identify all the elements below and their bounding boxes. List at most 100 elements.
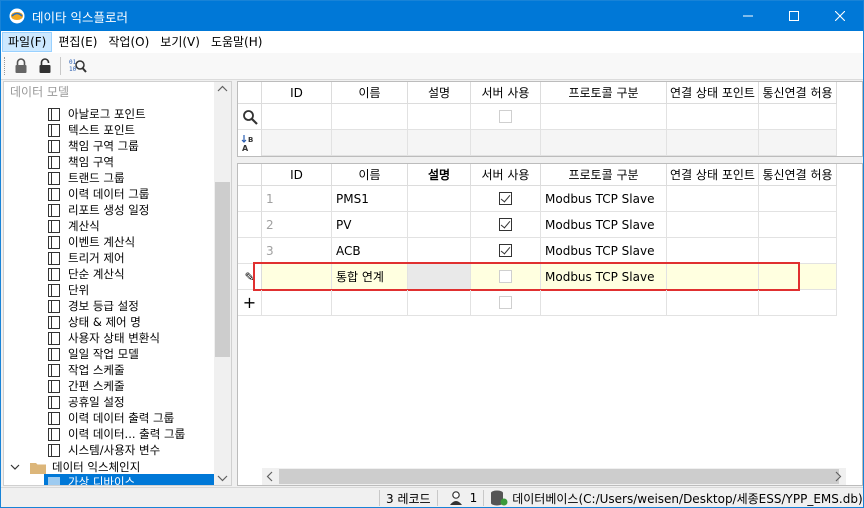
table-cell-desc[interactable] [408,186,471,212]
new-row-cell[interactable] [667,290,759,316]
column-header-allow[interactable]: 통신연결 허용 [759,164,837,186]
new-row-button[interactable]: + [238,290,262,316]
tree-item[interactable]: 이력 데이터 그룹 [48,186,149,202]
table-cell-protocol[interactable]: Modbus TCP Slave [541,264,667,290]
table-cell-desc[interactable] [408,212,471,238]
new-row-cell[interactable] [471,290,541,316]
sort-cell[interactable] [408,130,471,156]
sort-cell[interactable] [332,130,408,156]
scroll-right-icon[interactable] [829,468,846,485]
row-header[interactable]: ✎ [238,264,262,290]
tree-item[interactable]: 일일 작업 모델 [48,346,139,362]
table-cell-id[interactable]: 1 [262,186,332,212]
table-cell-allow[interactable] [759,264,837,290]
table-cell-name[interactable]: ACB [332,238,408,264]
tree-item[interactable]: 텍스트 포인트 [48,122,135,138]
server-use-checkbox[interactable] [499,218,512,231]
table-cell-allow[interactable] [759,212,837,238]
tree-item[interactable]: 간편 스케줄 [48,378,125,394]
table-cell-id[interactable]: 2 [262,212,332,238]
table-cell-name[interactable]: PMS1 [332,186,408,212]
toolbar-grip[interactable] [4,57,8,75]
title-bar[interactable]: 데이타 익스플로러 [1,1,863,31]
column-header-desc[interactable]: 설명 [408,164,471,186]
tree-scroll-thumb[interactable] [215,182,230,357]
filter-cell[interactable] [541,104,667,130]
tree-item[interactable]: 트랜드 그룹 [48,170,125,186]
tree-item[interactable]: 단순 계산식 [48,266,125,282]
sort-cell[interactable] [262,130,332,156]
table-cell-protocol[interactable]: Modbus TCP Slave [541,186,667,212]
tree-item[interactable]: 책임 구역 [48,154,114,170]
table-cell-id[interactable]: 3 [262,238,332,264]
tree-item[interactable]: 리포트 생성 일정 [48,202,149,218]
column-header-id[interactable]: ID [262,164,332,186]
table-cell-server[interactable] [471,264,541,290]
new-row-cell[interactable] [332,290,408,316]
server-use-checkbox[interactable] [499,192,512,205]
sort-cell[interactable] [759,130,837,156]
tree-folder-data-exchange[interactable]: 데이터 익스체인지 [10,459,140,475]
filter-checkbox[interactable] [499,110,512,123]
server-use-checkbox[interactable] [499,270,512,283]
table-cell-protocol[interactable]: Modbus TCP Slave [541,212,667,238]
scroll-left-icon[interactable] [262,468,279,485]
table-cell-statuspt[interactable] [667,186,759,212]
filter-cell[interactable] [471,104,541,130]
menu-edit[interactable]: 편집(E) [53,32,102,52]
new-row-cell[interactable] [408,290,471,316]
sort-cell[interactable] [471,130,541,156]
server-use-checkbox[interactable] [499,296,512,309]
data-grid[interactable]: ID 이름 설명 서버 사용 프로토콜 구분 연결 상태 포인트 통신연결 허용 1 PMS1… [237,163,863,486]
tree-item-virtual-device[interactable]: 가상 디바이스 [44,474,214,485]
table-cell-statuspt[interactable] [667,238,759,264]
search-row-header[interactable] [238,104,262,130]
tree-item[interactable]: 계산식 [48,218,100,234]
table-cell-name[interactable]: 통합 연계 [332,264,408,290]
table-cell-server[interactable] [471,238,541,264]
minimize-button[interactable] [725,1,771,31]
tree-item[interactable]: 이력 데이터 출력 그룹 [48,410,174,426]
tree-item[interactable]: 단위 [48,282,89,298]
filter-cell[interactable] [332,104,408,130]
row-header[interactable] [238,238,262,264]
column-header-protocol[interactable]: 프로토콜 구분 [541,82,667,104]
column-header-server[interactable]: 서버 사용 [471,164,541,186]
column-header-id[interactable]: ID [262,82,332,104]
tree-item[interactable]: 아날로그 포인트 [48,106,146,122]
lock-button[interactable] [10,55,32,77]
column-header-statuspt[interactable]: 연결 상태 포인트 [667,82,759,104]
menu-task[interactable]: 작업(O) [103,32,154,52]
grid-horizontal-scrollbar[interactable] [262,468,846,485]
new-row-cell[interactable] [759,290,837,316]
tree-item[interactable]: 시스템/사용자 변수 [48,442,160,458]
table-cell-allow[interactable] [759,186,837,212]
tree-item[interactable]: 사용자 상태 변환식 [48,330,160,346]
filter-cell[interactable] [408,104,471,130]
close-button[interactable] [817,1,863,31]
table-cell-allow[interactable] [759,238,837,264]
tree-item[interactable]: 상태 & 제어 명 [48,314,141,330]
scroll-up-icon[interactable] [214,82,231,96]
server-use-checkbox[interactable] [499,244,512,257]
column-header-desc[interactable]: 설명 [408,82,471,104]
filter-cell[interactable] [262,104,332,130]
column-header-allow[interactable]: 통신연결 허용 [759,82,837,104]
table-cell-id[interactable] [262,264,332,290]
data-model-tree[interactable]: 데이터 모델 아날로그 포인트 텍스트 포인트 책임 구역 그룹 책임 구역 트랜드 그… [3,81,232,486]
new-row-cell[interactable] [262,290,332,316]
table-cell-statuspt[interactable] [667,264,759,290]
scroll-down-icon[interactable] [214,471,231,485]
column-header-statuspt[interactable]: 연결 상태 포인트 [667,164,759,186]
tree-item[interactable]: 공휴일 설정 [48,394,125,410]
filter-cell[interactable] [667,104,759,130]
column-header-server[interactable]: 서버 사용 [471,82,541,104]
menu-help[interactable]: 도움말(H) [206,32,268,52]
binary-search-button[interactable]: 01 10 [67,55,89,77]
menu-view[interactable]: 보기(V) [155,32,205,52]
chevron-down-icon[interactable] [10,462,20,472]
column-header-name[interactable]: 이름 [332,164,408,186]
table-cell-protocol[interactable]: Modbus TCP Slave [541,238,667,264]
tree-item[interactable]: 이벤트 계산식 [48,234,135,250]
maximize-button[interactable] [771,1,817,31]
